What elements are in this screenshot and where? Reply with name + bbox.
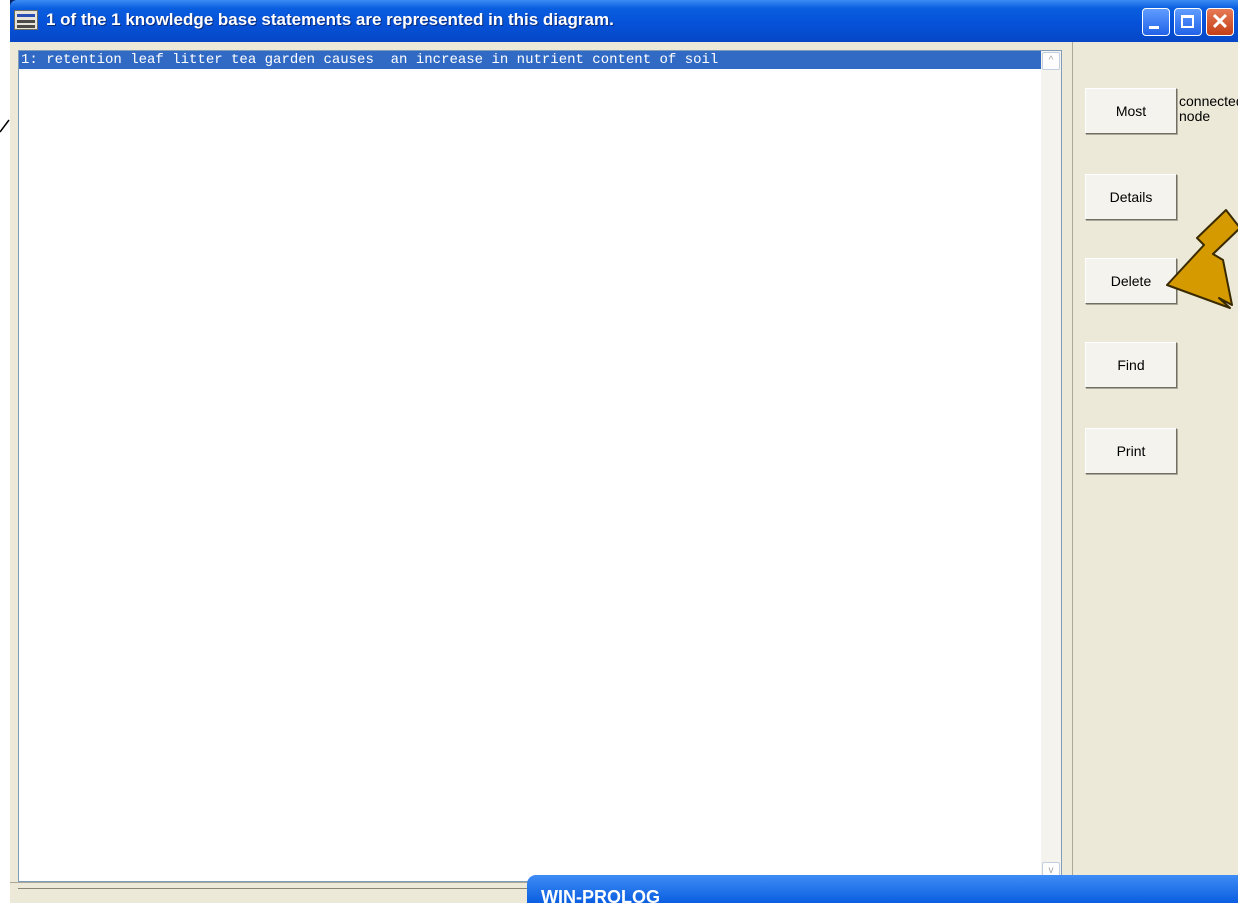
most-hint-label: connected node bbox=[1179, 93, 1238, 124]
minimize-button[interactable] bbox=[1142, 8, 1170, 36]
vertical-scrollbar[interactable]: ^ v bbox=[1041, 51, 1061, 881]
scroll-up-icon[interactable]: ^ bbox=[1042, 52, 1060, 70]
action-panel: Most connected node Details Delete Find … bbox=[1072, 42, 1238, 885]
minimize-icon bbox=[1149, 26, 1159, 29]
list-item[interactable]: 1: retention leaf litter tea garden caus… bbox=[19, 51, 1041, 69]
find-button[interactable]: Find bbox=[1085, 342, 1177, 388]
status-separator bbox=[18, 888, 532, 889]
statements-listbox[interactable]: 1: retention leaf litter tea garden caus… bbox=[18, 50, 1062, 882]
window-title: 1 of the 1 knowledge base statements are… bbox=[46, 10, 614, 29]
client-area: 1: retention leaf litter tea garden caus… bbox=[10, 42, 1238, 903]
edge-mark bbox=[0, 119, 10, 133]
delete-button[interactable]: Delete bbox=[1085, 258, 1177, 304]
maximize-icon bbox=[1181, 15, 1194, 28]
app-icon[interactable] bbox=[14, 10, 38, 30]
close-icon: ✕ bbox=[1210, 9, 1230, 34]
close-button[interactable]: ✕ bbox=[1206, 8, 1234, 36]
details-button[interactable]: Details bbox=[1085, 174, 1177, 220]
app-window: 1 of the 1 knowledge base statements are… bbox=[10, 0, 1238, 903]
print-button[interactable]: Print bbox=[1085, 428, 1177, 474]
background-window[interactable]: WIN-PROLOG bbox=[527, 875, 1238, 907]
background-window-title: WIN-PROLOG bbox=[541, 887, 660, 907]
title-bar[interactable]: 1 of the 1 knowledge base statements are… bbox=[10, 0, 1238, 42]
most-button[interactable]: Most bbox=[1085, 88, 1177, 134]
maximize-button[interactable] bbox=[1174, 8, 1202, 36]
